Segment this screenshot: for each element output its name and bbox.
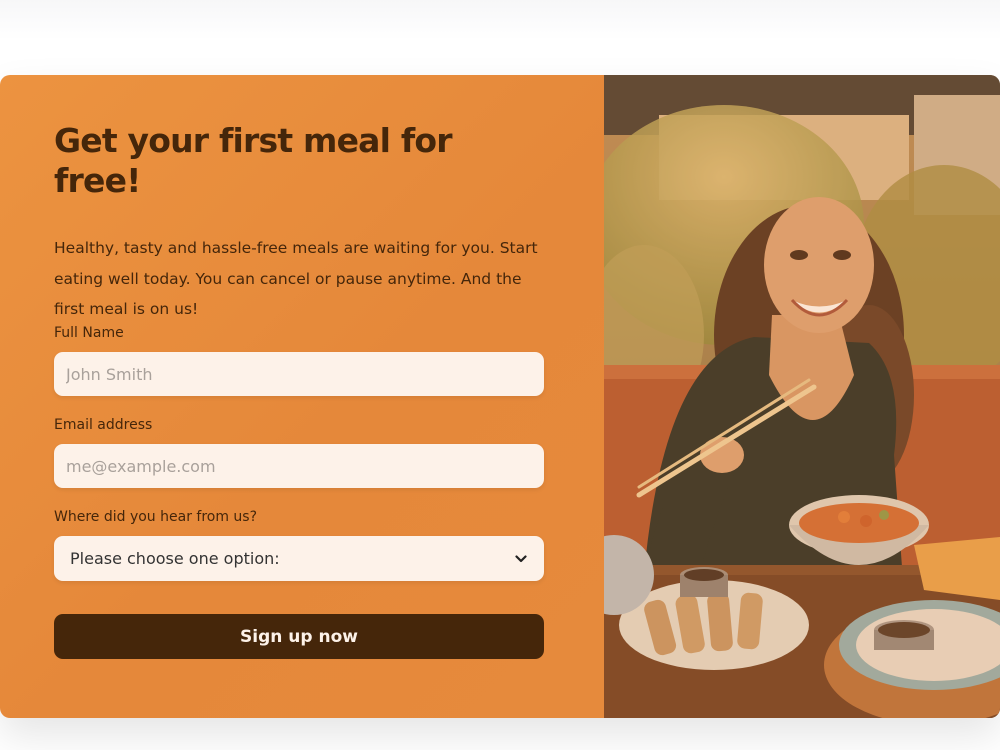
meal-photo <box>604 75 1000 718</box>
source-select-value: Please choose one option: <box>70 549 280 568</box>
sign-up-button[interactable]: Sign up now <box>54 614 544 659</box>
signup-form: Full Name Email address Where did you he… <box>54 323 544 659</box>
email-group: Email address <box>54 415 544 488</box>
email-label: Email address <box>54 417 153 433</box>
email-input[interactable] <box>54 444 544 488</box>
full-name-label: Full Name <box>54 325 124 341</box>
chevron-down-icon <box>514 552 528 566</box>
woman-eating-illustration <box>604 75 1000 718</box>
full-name-input[interactable] <box>54 352 544 396</box>
source-label: Where did you hear from us? <box>54 509 258 525</box>
cta-paragraph: Healthy, tasty and hassle-free meals are… <box>54 239 538 318</box>
cta-heading: Get your first meal for free! <box>54 121 453 200</box>
full-name-group: Full Name <box>54 323 544 396</box>
source-select[interactable]: Please choose one option: <box>54 536 544 581</box>
source-group: Where did you hear from us? Please choos… <box>54 507 544 581</box>
cta-text-box: Get your first meal for free! Healthy, t… <box>0 75 604 718</box>
cta-card: Get your first meal for free! Healthy, t… <box>0 75 1000 718</box>
